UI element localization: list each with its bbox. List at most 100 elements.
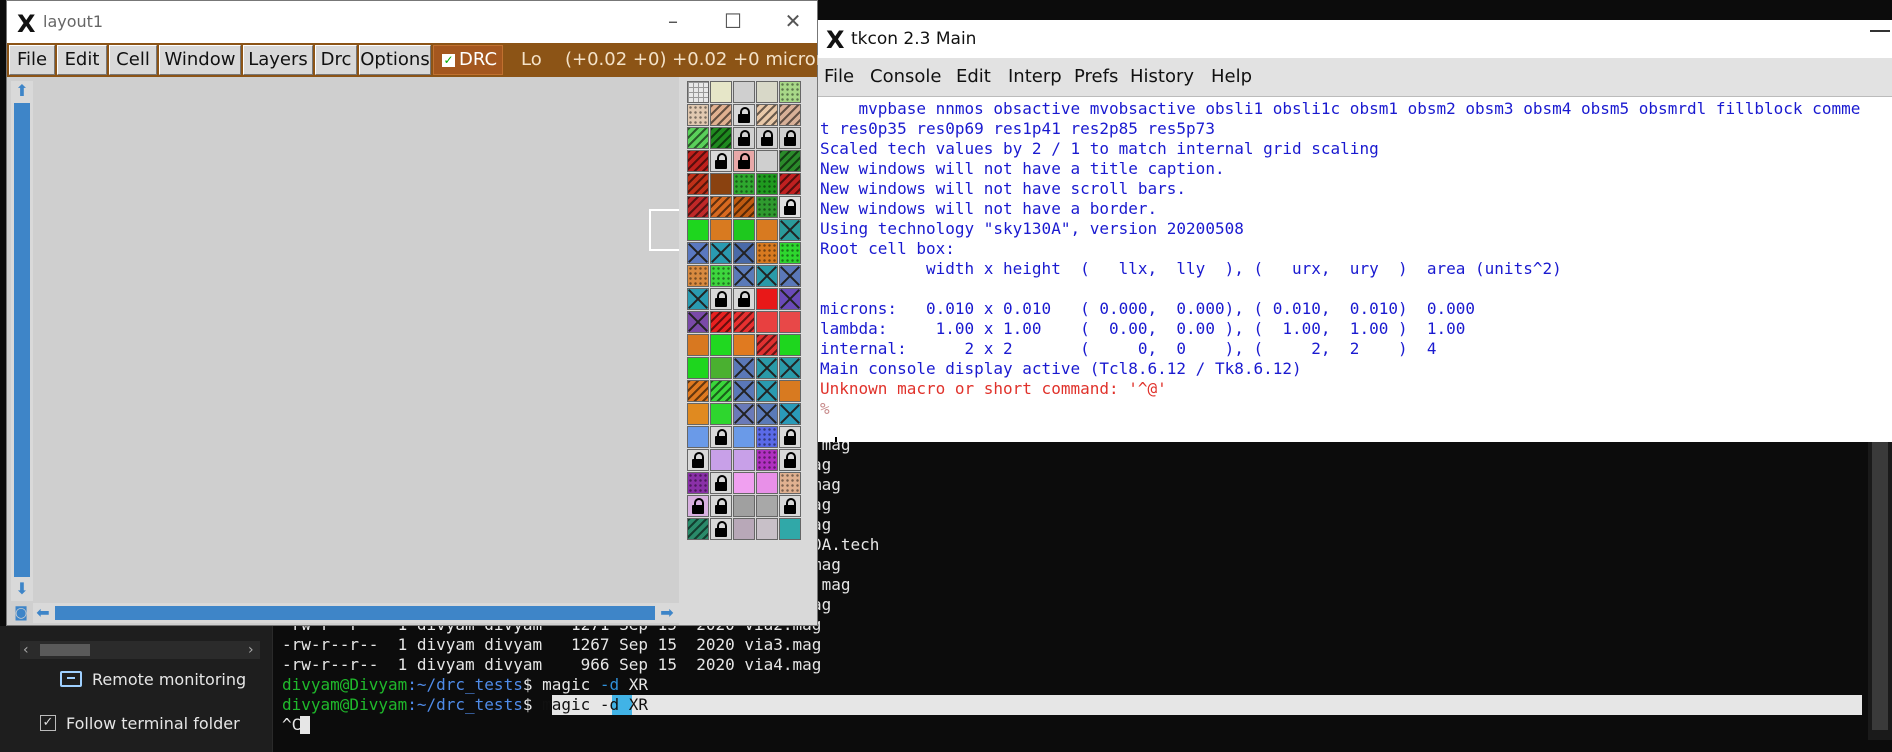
scrollbar-thumb[interactable] [1872,440,1888,730]
arrow-right-icon[interactable]: ➡ [657,603,677,623]
layer-swatch[interactable] [687,104,709,126]
layer-swatch[interactable] [756,334,778,356]
layer-swatch[interactable] [687,219,709,241]
layer-swatch[interactable] [756,311,778,333]
sidebar-scrollbar[interactable]: ‹ › [20,641,260,659]
locked-layer-swatch[interactable] [779,495,801,517]
layer-swatch[interactable] [710,242,732,264]
tkcon-menu-help[interactable]: Help [1211,66,1252,87]
tkcon-titlebar[interactable]: X tkcon 2.3 Main [818,20,1892,59]
locked-layer-swatch[interactable] [756,127,778,149]
layer-swatch[interactable] [687,311,709,333]
layer-swatch[interactable] [779,311,801,333]
checkbox-checked-icon[interactable]: ✓ [40,715,56,731]
remote-monitoring-button[interactable]: Remote monitoring [60,666,246,692]
tkcon-menu-prefs[interactable]: Prefs [1074,66,1118,87]
locked-layer-swatch[interactable] [779,127,801,149]
layer-swatch[interactable] [756,426,778,448]
follow-folder-checkbox[interactable]: ✓ Follow terminal folder [40,710,240,736]
locked-layer-swatch[interactable] [687,495,709,517]
layer-swatch[interactable] [779,403,801,425]
layer-swatch[interactable] [779,357,801,379]
locked-layer-swatch[interactable] [733,127,755,149]
layer-swatch[interactable] [756,472,778,494]
layer-swatch[interactable] [779,380,801,402]
arrow-down-icon[interactable]: ⬇ [11,579,33,599]
layer-swatch[interactable] [710,357,732,379]
zoom-box-icon[interactable]: ◙ [11,603,31,623]
locked-layer-swatch[interactable] [733,104,755,126]
locked-layer-swatch[interactable] [710,472,732,494]
layer-swatch[interactable] [687,173,709,195]
layer-swatch[interactable] [733,219,755,241]
layer-swatch[interactable] [756,380,778,402]
tkcon-menu-edit[interactable]: Edit [956,66,991,87]
chevron-right-icon[interactable]: › [248,641,254,659]
menu-cell[interactable]: Cell [109,45,157,75]
scrollbar-track[interactable] [55,606,655,620]
layer-swatch[interactable] [779,104,801,126]
layer-swatch[interactable] [733,426,755,448]
menu-window[interactable]: Window [159,45,241,75]
layer-swatch[interactable] [687,196,709,218]
locked-layer-swatch[interactable] [733,288,755,310]
scrollbar-thumb[interactable] [40,644,90,656]
layer-swatch[interactable] [733,380,755,402]
close-icon[interactable]: ✕ [779,9,807,35]
layer-swatch[interactable] [687,518,709,540]
layout-window[interactable]: X layout1 – ☐ ✕ File Edit Cell Window La… [6,0,837,626]
locked-layer-swatch[interactable] [779,426,801,448]
layer-swatch[interactable] [687,150,709,172]
minimize-icon[interactable] [1870,30,1890,32]
layer-swatch[interactable] [710,81,732,103]
tkcon-console-output[interactable]: mvpbase nnmos obsactive mvobsactive obsl… [818,97,1892,442]
layer-swatch[interactable] [687,380,709,402]
layer-swatch[interactable] [756,265,778,287]
layer-swatch[interactable] [756,150,778,172]
layer-swatch[interactable] [710,219,732,241]
layer-swatch[interactable] [710,104,732,126]
layer-swatch[interactable] [733,334,755,356]
layer-swatch[interactable] [687,81,709,103]
layer-swatch[interactable] [779,150,801,172]
layer-swatch[interactable] [687,472,709,494]
layer-swatch[interactable] [779,472,801,494]
layer-swatch[interactable] [756,403,778,425]
drc-toggle[interactable]: ✓ DRC [433,45,503,75]
layer-swatch[interactable] [710,311,732,333]
locked-layer-swatch[interactable] [710,150,732,172]
layer-swatch[interactable] [733,472,755,494]
layer-swatch[interactable] [733,495,755,517]
layer-swatch[interactable] [756,196,778,218]
arrow-left-icon[interactable]: ⬅ [33,603,53,623]
layer-swatch[interactable] [710,449,732,471]
scrollbar-track[interactable] [14,103,30,577]
layer-swatch[interactable] [710,334,732,356]
layer-swatch[interactable] [733,311,755,333]
vertical-scrollbar[interactable]: ⬆ ⬇ [11,81,33,601]
layer-swatch[interactable] [779,219,801,241]
layer-swatch[interactable] [756,495,778,517]
locked-layer-swatch[interactable] [710,288,732,310]
layer-swatch[interactable] [733,242,755,264]
layer-swatch[interactable] [687,403,709,425]
layer-swatch[interactable] [710,173,732,195]
layer-swatch[interactable] [756,81,778,103]
layer-swatch[interactable] [756,449,778,471]
menu-drc[interactable]: Drc [315,45,357,75]
locked-layer-swatch[interactable] [710,426,732,448]
horizontal-scrollbar[interactable]: ⬅ ➡ [33,603,679,623]
maximize-icon[interactable]: ☐ [719,9,747,35]
menu-file[interactable]: File [9,45,55,75]
layer-swatch[interactable] [779,173,801,195]
locked-layer-swatch[interactable] [733,150,755,172]
locked-layer-swatch[interactable] [710,495,732,517]
layer-swatch[interactable] [756,219,778,241]
layer-swatch[interactable] [733,518,755,540]
layer-swatch[interactable] [733,196,755,218]
layer-swatch[interactable] [756,518,778,540]
locked-layer-swatch[interactable] [710,518,732,540]
layer-swatch[interactable] [710,127,732,149]
layer-swatch[interactable] [733,403,755,425]
layout-titlebar[interactable]: X layout1 – ☐ ✕ [7,1,817,43]
